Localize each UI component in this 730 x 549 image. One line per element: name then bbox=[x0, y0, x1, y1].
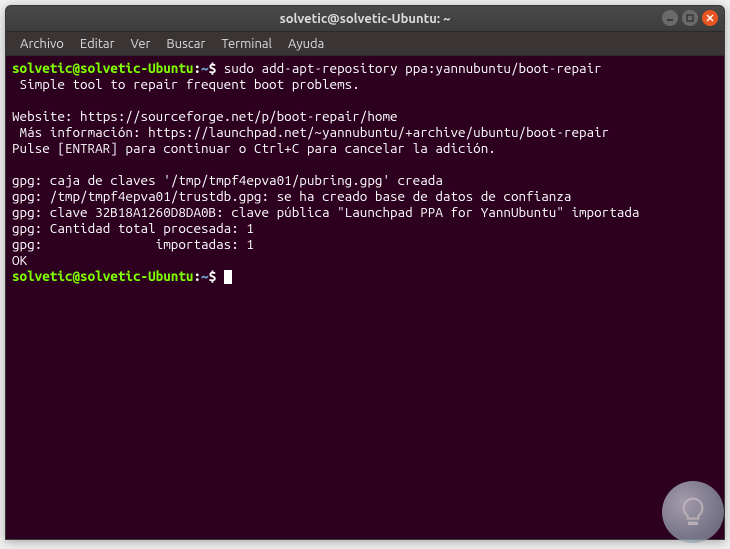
menu-terminal[interactable]: Terminal bbox=[213, 35, 280, 53]
prompt-path: ~ bbox=[201, 60, 209, 76]
output-line: Más información: https://launchpad.net/~… bbox=[12, 124, 609, 140]
minimize-button[interactable] bbox=[662, 10, 678, 26]
terminal-window: solvetic@solvetic-Ubuntu: ~ Archivo Edit… bbox=[5, 5, 725, 540]
maximize-button[interactable] bbox=[682, 10, 698, 26]
output-line: gpg: caja de claves '/tmp/tmpf4epva01/pu… bbox=[12, 172, 443, 188]
menu-buscar[interactable]: Buscar bbox=[158, 35, 213, 53]
titlebar: solvetic@solvetic-Ubuntu: ~ bbox=[6, 6, 724, 32]
output-line: gpg: clave 32B18A1260D8DA0B: clave públi… bbox=[12, 204, 639, 220]
prompt-user: solvetic@solvetic-Ubuntu bbox=[12, 268, 193, 284]
terminal-body[interactable]: solvetic@solvetic-Ubuntu:~$ sudo add-apt… bbox=[6, 56, 724, 288]
output-line: Simple tool to repair frequent boot prob… bbox=[12, 76, 360, 92]
menubar: Archivo Editar Ver Buscar Terminal Ayuda bbox=[6, 32, 724, 56]
menu-archivo[interactable]: Archivo bbox=[12, 35, 72, 53]
prompt-sep2: $ bbox=[209, 60, 217, 76]
watermark-badge bbox=[662, 481, 724, 543]
prompt-path: ~ bbox=[201, 268, 209, 284]
prompt-sep2: $ bbox=[209, 268, 217, 284]
menu-ver[interactable]: Ver bbox=[123, 35, 159, 53]
cursor bbox=[224, 270, 232, 284]
prompt-sep1: : bbox=[193, 60, 201, 76]
output-line: OK bbox=[12, 252, 27, 268]
command-text: sudo add-apt-repository ppa:yannubuntu/b… bbox=[224, 60, 602, 76]
lightbulb-icon bbox=[677, 496, 709, 528]
output-line: Pulse [ENTRAR] para continuar o Ctrl+C p… bbox=[12, 140, 496, 156]
close-button[interactable] bbox=[702, 10, 718, 26]
menu-editar[interactable]: Editar bbox=[72, 35, 123, 53]
prompt-user: solvetic@solvetic-Ubuntu bbox=[12, 60, 193, 76]
output-line: gpg: Cantidad total procesada: 1 bbox=[12, 220, 254, 236]
window-controls bbox=[662, 10, 718, 26]
output-line: gpg: importadas: 1 bbox=[12, 236, 254, 252]
output-line: Website: https://sourceforge.net/p/boot-… bbox=[12, 108, 398, 124]
output-line: gpg: /tmp/tmpf4epva01/trustdb.gpg: se ha… bbox=[12, 188, 571, 204]
window-title: solvetic@solvetic-Ubuntu: ~ bbox=[280, 12, 451, 26]
menu-ayuda[interactable]: Ayuda bbox=[280, 35, 332, 53]
prompt-sep1: : bbox=[193, 268, 201, 284]
